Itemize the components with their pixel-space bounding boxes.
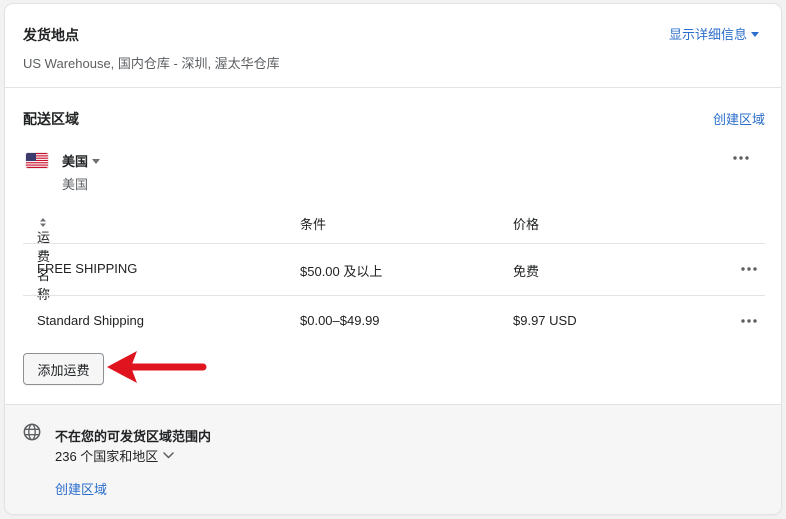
rate-price: $9.97 USD	[513, 313, 577, 328]
outside-countries-count[interactable]: 236 个国家和地区	[55, 446, 158, 465]
origin-locations: US Warehouse, 国内仓库 - 深圳, 渥太华仓库	[23, 56, 280, 71]
create-zone-link[interactable]: 创建区域	[713, 109, 765, 128]
rate-more-actions-button[interactable]	[737, 261, 761, 277]
zone-more-actions-button[interactable]	[729, 150, 753, 166]
globe-icon	[23, 423, 41, 441]
more-horizontal-icon	[733, 156, 749, 160]
rate-price: 免费	[513, 264, 540, 279]
zone-countries: 美国	[62, 177, 89, 192]
add-rate-button[interactable]: 添加运费	[23, 353, 104, 385]
origin-title: 发货地点	[23, 27, 79, 43]
show-details-label[interactable]: 显示详细信息	[669, 24, 747, 43]
us-flag-icon	[26, 153, 48, 168]
chevron-down-icon	[163, 452, 175, 459]
header-rate-name[interactable]: 运费名称	[37, 214, 50, 302]
rates-table: 运费名称 条件 价格 FREE SHIPPING $50.00 及以上 免费 S…	[23, 201, 765, 348]
rate-name: Standard Shipping	[37, 313, 144, 328]
annotation-arrow-icon	[107, 351, 207, 383]
outside-zones-section: 不在您的可发货区域范围内 236 个国家和地区 创建区域	[5, 404, 781, 514]
rate-more-actions-button[interactable]	[737, 313, 761, 329]
sort-icon	[40, 218, 46, 228]
outside-countries-toggle[interactable]: 236 个国家和地区	[55, 446, 175, 465]
shipping-zones-section: 配送区域 创建区域 美国 美国 运费名称 条件 价格 FREE SHIPPING…	[5, 88, 781, 404]
caret-down-icon	[751, 32, 759, 37]
zone-name-dropdown[interactable]: 美国	[62, 151, 101, 170]
shipping-card: 发货地点 US Warehouse, 国内仓库 - 深圳, 渥太华仓库 显示详细…	[5, 4, 781, 514]
rate-condition: $50.00 及以上	[300, 264, 383, 279]
more-horizontal-icon	[741, 267, 757, 271]
outside-create-zone-link[interactable]: 创建区域	[55, 479, 107, 498]
outside-zones-title: 不在您的可发货区域范围内	[55, 429, 212, 444]
rates-table-header: 运费名称 条件 价格	[23, 201, 765, 302]
zone-name-label[interactable]: 美国	[62, 151, 88, 170]
zones-title: 配送区域	[23, 111, 79, 127]
caret-down-icon	[92, 158, 101, 164]
more-horizontal-icon	[741, 319, 757, 323]
rate-row: FREE SHIPPING $50.00 及以上 免费	[23, 244, 765, 296]
shipping-origin-section: 发货地点 US Warehouse, 国内仓库 - 深圳, 渥太华仓库 显示详细…	[5, 4, 781, 88]
header-price: 价格	[513, 217, 540, 232]
rate-row: Standard Shipping $0.00–$49.99 $9.97 USD	[23, 296, 765, 348]
rate-name: FREE SHIPPING	[37, 261, 138, 276]
header-condition: 条件	[300, 217, 327, 232]
show-details-link[interactable]: 显示详细信息	[669, 24, 759, 43]
rate-condition: $0.00–$49.99	[300, 313, 380, 328]
